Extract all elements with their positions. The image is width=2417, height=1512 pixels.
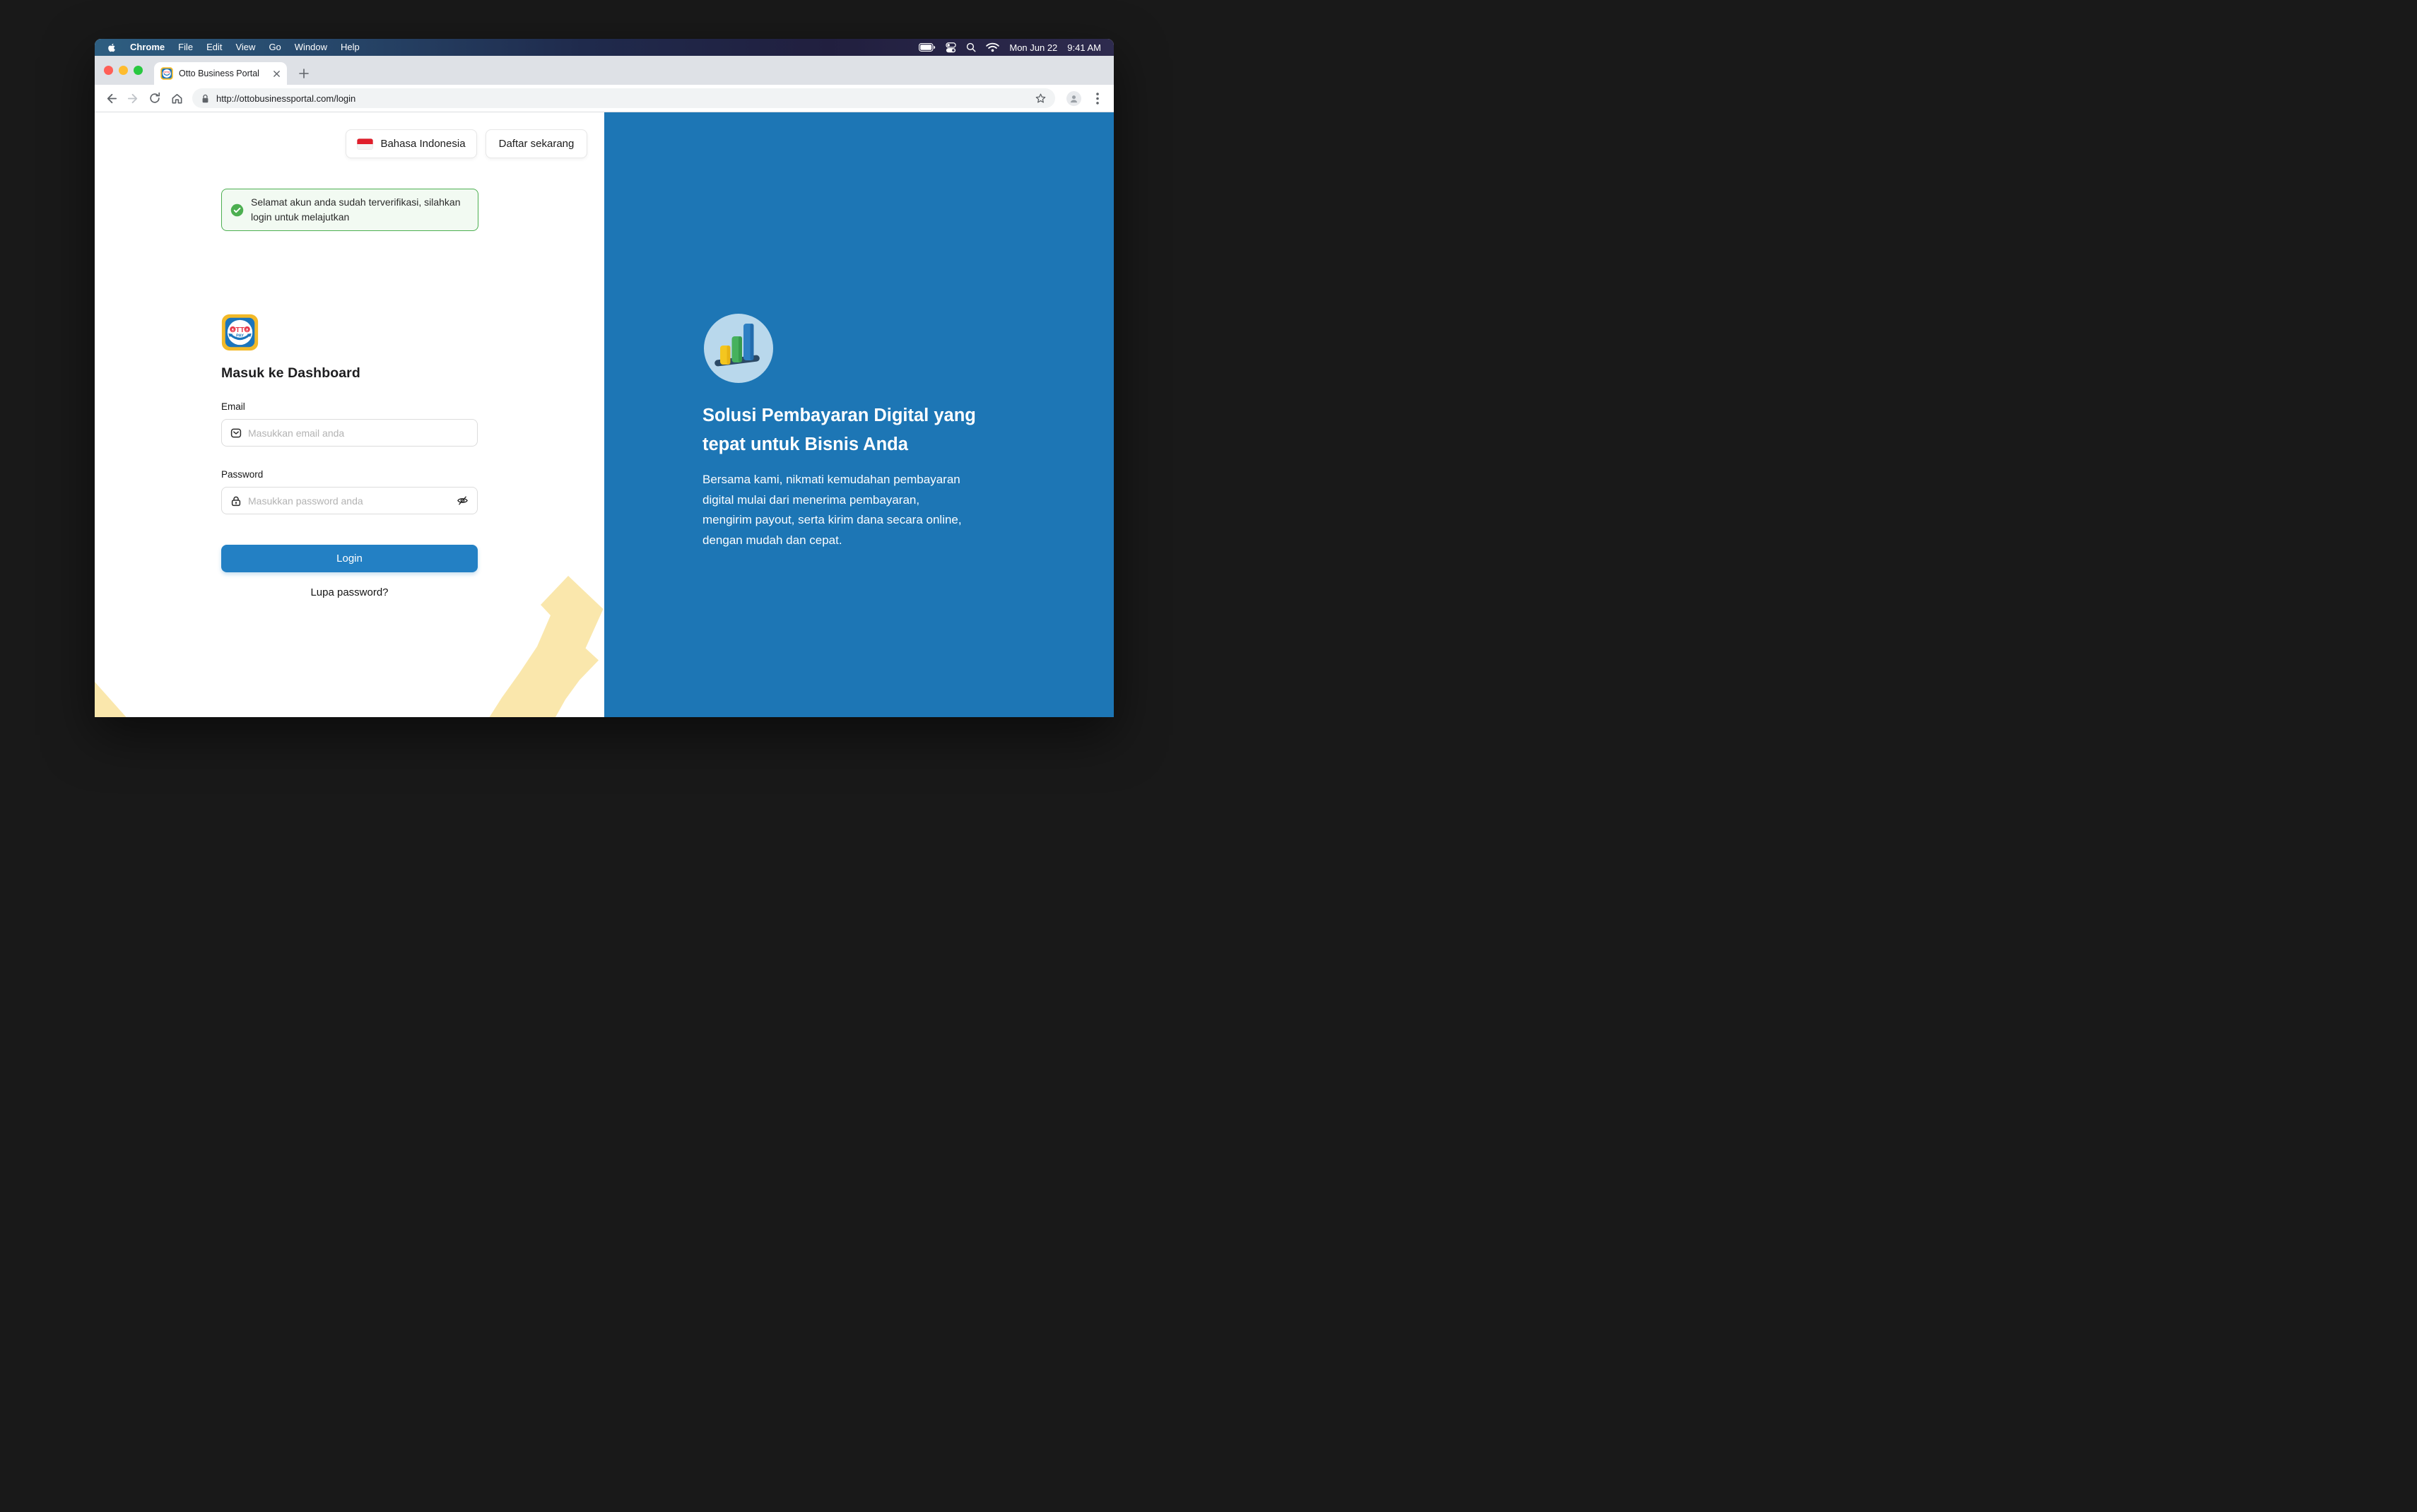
close-window-button[interactable]	[104, 66, 113, 75]
language-selector-button[interactable]: Bahasa Indonesia	[346, 129, 477, 158]
browser-toolbar: http://ottobusinessportal.com/login	[95, 85, 1114, 112]
reload-button[interactable]	[146, 89, 164, 107]
apple-logo-icon[interactable]	[107, 42, 117, 53]
register-button[interactable]: Daftar sekarang	[486, 129, 587, 158]
tab-favicon-ottopay: OTTO	[160, 67, 173, 80]
forgot-password-link[interactable]: Lupa password?	[221, 586, 478, 598]
bookmark-star-icon[interactable]	[1035, 93, 1047, 105]
email-input[interactable]	[248, 427, 469, 439]
indonesia-flag-icon	[357, 138, 373, 150]
macos-menu-bar: Chrome File Edit View Go Window Help	[95, 39, 1114, 56]
menu-chrome[interactable]: Chrome	[130, 39, 165, 56]
control-center-icon[interactable]	[946, 42, 956, 53]
password-field[interactable]	[221, 487, 478, 514]
menu-go[interactable]: Go	[269, 39, 281, 56]
tab-close-icon[interactable]	[273, 70, 281, 78]
desktop-background: Chrome File Edit View Go Window Help	[0, 0, 1208, 756]
success-alert: Selamat akun anda sudah terverifikasi, s…	[221, 189, 478, 231]
battery-icon[interactable]	[919, 43, 936, 52]
login-button[interactable]: Login	[221, 545, 478, 572]
password-input[interactable]	[248, 495, 450, 507]
menu-view[interactable]: View	[235, 39, 255, 56]
email-envelope-icon	[230, 427, 242, 439]
promo-heading: Solusi Pembayaran Digital yang tepat unt…	[702, 401, 976, 459]
browser-menu-kebab-icon[interactable]	[1088, 89, 1107, 107]
new-tab-button[interactable]	[295, 65, 312, 82]
promo-body: Bersama kami, nikmati kemudahan pembayar…	[702, 470, 962, 550]
page-content: Bahasa Indonesia Daftar sekarang Selamat…	[95, 112, 1114, 717]
check-circle-icon	[230, 203, 244, 217]
menu-window[interactable]: Window	[295, 39, 327, 56]
password-label: Password	[221, 469, 263, 480]
spotlight-search-icon[interactable]	[966, 42, 976, 52]
menu-bar-clock[interactable]: 9:41 AM	[1067, 42, 1101, 53]
lock-icon	[230, 495, 242, 507]
wifi-icon[interactable]	[986, 42, 999, 52]
email-field[interactable]	[221, 419, 478, 447]
email-label: Email	[221, 401, 245, 412]
profile-avatar-icon[interactable]	[1066, 91, 1081, 106]
home-button[interactable]	[167, 89, 186, 107]
chrome-tab-strip: OTTO Otto Business Portal	[95, 56, 1114, 85]
toggle-password-visibility-icon[interactable]	[457, 495, 469, 507]
forward-button[interactable]	[124, 89, 142, 107]
login-pane: Bahasa Indonesia Daftar sekarang Selamat…	[95, 112, 604, 717]
success-alert-text: Selamat akun anda sudah terverifikasi, s…	[251, 195, 461, 225]
minimize-window-button[interactable]	[119, 66, 128, 75]
menu-file[interactable]: File	[178, 39, 193, 56]
promo-pane: Solusi Pembayaran Digital yang tepat unt…	[604, 112, 1114, 717]
register-button-label: Daftar sekarang	[499, 138, 575, 150]
address-bar[interactable]: http://ottobusinessportal.com/login	[192, 88, 1055, 108]
back-button[interactable]	[102, 89, 120, 107]
logo-brand-text: OTTO	[230, 326, 250, 334]
browser-window: Chrome File Edit View Go Window Help	[95, 39, 1114, 717]
login-heading: Masuk ke Dashboard	[221, 365, 360, 382]
menu-help[interactable]: Help	[341, 39, 360, 56]
menu-edit[interactable]: Edit	[206, 39, 222, 56]
menu-bar-date[interactable]: Mon Jun 22	[1009, 42, 1057, 53]
language-selector-label: Bahasa Indonesia	[380, 138, 465, 150]
tab-title: Otto Business Portal	[179, 69, 267, 78]
padlock-icon[interactable]	[201, 93, 210, 104]
zoom-window-button[interactable]	[134, 66, 143, 75]
url-text[interactable]: http://ottobusinessportal.com/login	[216, 93, 1028, 104]
active-tab[interactable]: OTTO Otto Business Portal	[154, 62, 287, 85]
ottopay-logo: OTTO PAY	[221, 314, 259, 355]
bar-chart-illustration	[704, 314, 773, 386]
